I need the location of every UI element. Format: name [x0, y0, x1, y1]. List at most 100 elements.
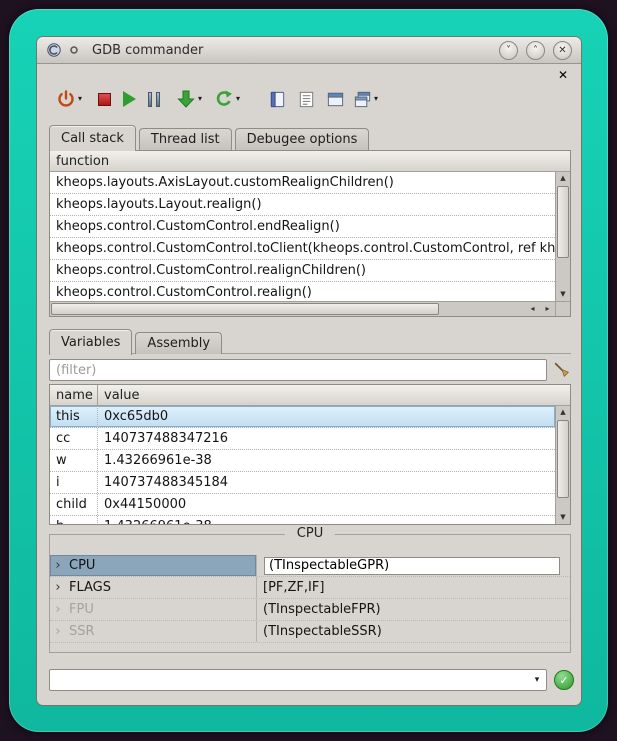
cpu-row[interactable]: › FPU (TInspectableFPR) [50, 599, 570, 621]
cpu-row-value-cell: [PF,ZF,IF] [256, 577, 570, 598]
scrollbar-thumb[interactable] [557, 420, 569, 498]
tab-variables[interactable]: Variables [49, 329, 132, 355]
register-group-name: SSR [66, 624, 95, 639]
function-column-header[interactable]: function [50, 151, 109, 171]
callstack-vertical-scrollbar[interactable]: ▲ ▼ [555, 172, 570, 301]
scroll-down-icon[interactable]: ▼ [556, 511, 570, 524]
expander-icon[interactable]: › [50, 580, 66, 595]
document-button[interactable] [267, 89, 288, 110]
play-icon [123, 91, 136, 107]
callstack-column-header[interactable]: function [50, 151, 570, 172]
variables-panel: name value this 0xc65db0 cc 140737488347… [49, 384, 571, 525]
variable-row[interactable]: child 0x44150000 [50, 494, 555, 516]
debug-toolbar: ▾ ▾ ▾ [55, 85, 379, 113]
variable-name: cc [50, 428, 98, 449]
variables-column-header: name value [50, 385, 570, 406]
windows-button[interactable]: ▾ [352, 89, 379, 110]
gdb-command-input[interactable] [50, 673, 528, 688]
variables-list: this 0xc65db0 cc 140737488347216 w 1.432… [50, 406, 555, 524]
cpu-row-name-cell[interactable]: › FLAGS [50, 577, 256, 598]
variable-name: child [50, 494, 98, 515]
cpu-groupbox: CPU › CPU › FLAGS [PF,ZF,IF] [49, 534, 571, 653]
variables-vertical-scrollbar[interactable]: ▲ ▼ [555, 406, 570, 524]
expander-icon[interactable]: › [50, 624, 66, 639]
shade-button[interactable]: ˅ [499, 41, 518, 60]
tab-debugee-options[interactable]: Debugee options [235, 128, 370, 150]
variable-value: 1.43266961e-38 [98, 516, 555, 524]
callstack-horizontal-scrollbar[interactable]: ◂ ▸ [50, 301, 555, 316]
titlebar[interactable]: GDB commander ˅ ˄ ✕ [37, 37, 581, 64]
maximize-button[interactable]: ˄ [526, 41, 545, 60]
register-group-name: FPU [66, 602, 94, 617]
step-button[interactable]: ▾ [175, 88, 203, 110]
callstack-row[interactable]: kheops.control.CustomControl.toClient(kh… [50, 238, 555, 260]
callstack-row[interactable]: kheops.layouts.AxisLayout.customRealignC… [50, 172, 555, 194]
register-group-value: (TInspectableSSR) [263, 624, 382, 639]
power-button[interactable]: ▾ [55, 88, 83, 110]
variable-value: 140737488347216 [98, 428, 555, 449]
tab-thread-list[interactable]: Thread list [139, 128, 232, 150]
variable-value: 1.43266961e-38 [98, 450, 555, 471]
step-over-button[interactable]: ▾ [213, 88, 241, 110]
expander-icon[interactable]: › [50, 558, 66, 573]
gdb-command-combobox[interactable]: ▾ [49, 669, 547, 691]
register-group-value: (TInspectableFPR) [263, 602, 381, 617]
register-group-value: [PF,ZF,IF] [263, 580, 324, 595]
cpu-row-name-cell[interactable]: › FPU [50, 599, 256, 620]
app-icon [46, 42, 62, 58]
variable-row[interactable]: i 140737488345184 [50, 472, 555, 494]
variable-name: this [50, 406, 98, 427]
cpu-row-name-cell[interactable]: › SSR [50, 621, 256, 642]
variable-row[interactable]: this 0xc65db0 [50, 406, 555, 428]
callstack-list: kheops.layouts.AxisLayout.customRealignC… [50, 172, 555, 301]
stack-tabbar: Call stack Thread list Debugee options [49, 124, 372, 150]
dock-close-button[interactable]: ✕ [558, 68, 568, 82]
tab-call-stack[interactable]: Call stack [49, 125, 136, 151]
callstack-row[interactable]: kheops.control.CustomControl.endRealign(… [50, 216, 555, 238]
scroll-left-icon[interactable]: ◂ [525, 302, 540, 316]
broom-icon [553, 361, 571, 379]
scrollbar-thumb[interactable] [557, 186, 569, 258]
callstack-row[interactable]: kheops.layouts.Layout.realign() [50, 194, 555, 216]
expander-icon[interactable]: › [50, 602, 66, 617]
cpu-register-list: › CPU › FLAGS [PF,ZF,IF] › FP [50, 555, 570, 643]
chevron-down-icon[interactable]: ▾ [198, 95, 202, 103]
callstack-row[interactable]: kheops.control.CustomControl.realign() [50, 282, 555, 301]
tab-assembly[interactable]: Assembly [135, 332, 222, 354]
variable-row[interactable]: w 1.43266961e-38 [50, 450, 555, 472]
register-group-name: FLAGS [66, 580, 111, 595]
cpu-row[interactable]: › FLAGS [PF,ZF,IF] [50, 577, 570, 599]
scroll-down-icon[interactable]: ▼ [556, 288, 570, 301]
scroll-right-icon[interactable]: ▸ [540, 302, 555, 316]
scrollbar-thumb[interactable] [51, 303, 439, 315]
filter-input[interactable] [49, 359, 547, 381]
window-menu-icon[interactable] [69, 45, 79, 55]
chevron-down-icon[interactable]: ▾ [374, 95, 378, 103]
cpu-row-name-cell[interactable]: › CPU [50, 555, 256, 576]
memory-view-button[interactable] [325, 89, 346, 110]
run-button[interactable] [122, 90, 137, 108]
send-command-button[interactable]: ✓ [554, 670, 574, 690]
scroll-up-icon[interactable]: ▲ [556, 172, 570, 185]
list-button[interactable] [296, 89, 317, 110]
stop-button[interactable] [97, 92, 112, 107]
chevron-down-icon[interactable]: ▾ [236, 95, 240, 103]
gdb-commander-window: GDB commander ˅ ˄ ✕ ✕ ▾ ▾ [36, 36, 582, 706]
cpu-row[interactable]: › CPU [50, 555, 570, 577]
pause-button[interactable] [147, 91, 161, 108]
combobox-dropdown-icon[interactable]: ▾ [528, 675, 546, 685]
clear-filter-button[interactable] [551, 358, 573, 382]
variable-row[interactable]: cc 140737488347216 [50, 428, 555, 450]
callstack-row[interactable]: kheops.control.CustomControl.realignChil… [50, 260, 555, 282]
variable-value: 0xc65db0 [98, 406, 555, 427]
name-column-header[interactable]: name [50, 385, 98, 405]
variable-name: w [50, 450, 98, 471]
scroll-up-icon[interactable]: ▲ [556, 406, 570, 419]
value-column-header[interactable]: value [98, 385, 570, 405]
cpu-row-value-cell: (TInspectableSSR) [256, 621, 570, 642]
chevron-down-icon[interactable]: ▾ [78, 95, 82, 103]
variable-row[interactable]: b 1.43266961e-38 [50, 516, 555, 524]
close-button[interactable]: ✕ [553, 41, 572, 60]
cpu-row[interactable]: › SSR (TInspectableSSR) [50, 621, 570, 643]
register-value-editor[interactable] [264, 557, 560, 575]
